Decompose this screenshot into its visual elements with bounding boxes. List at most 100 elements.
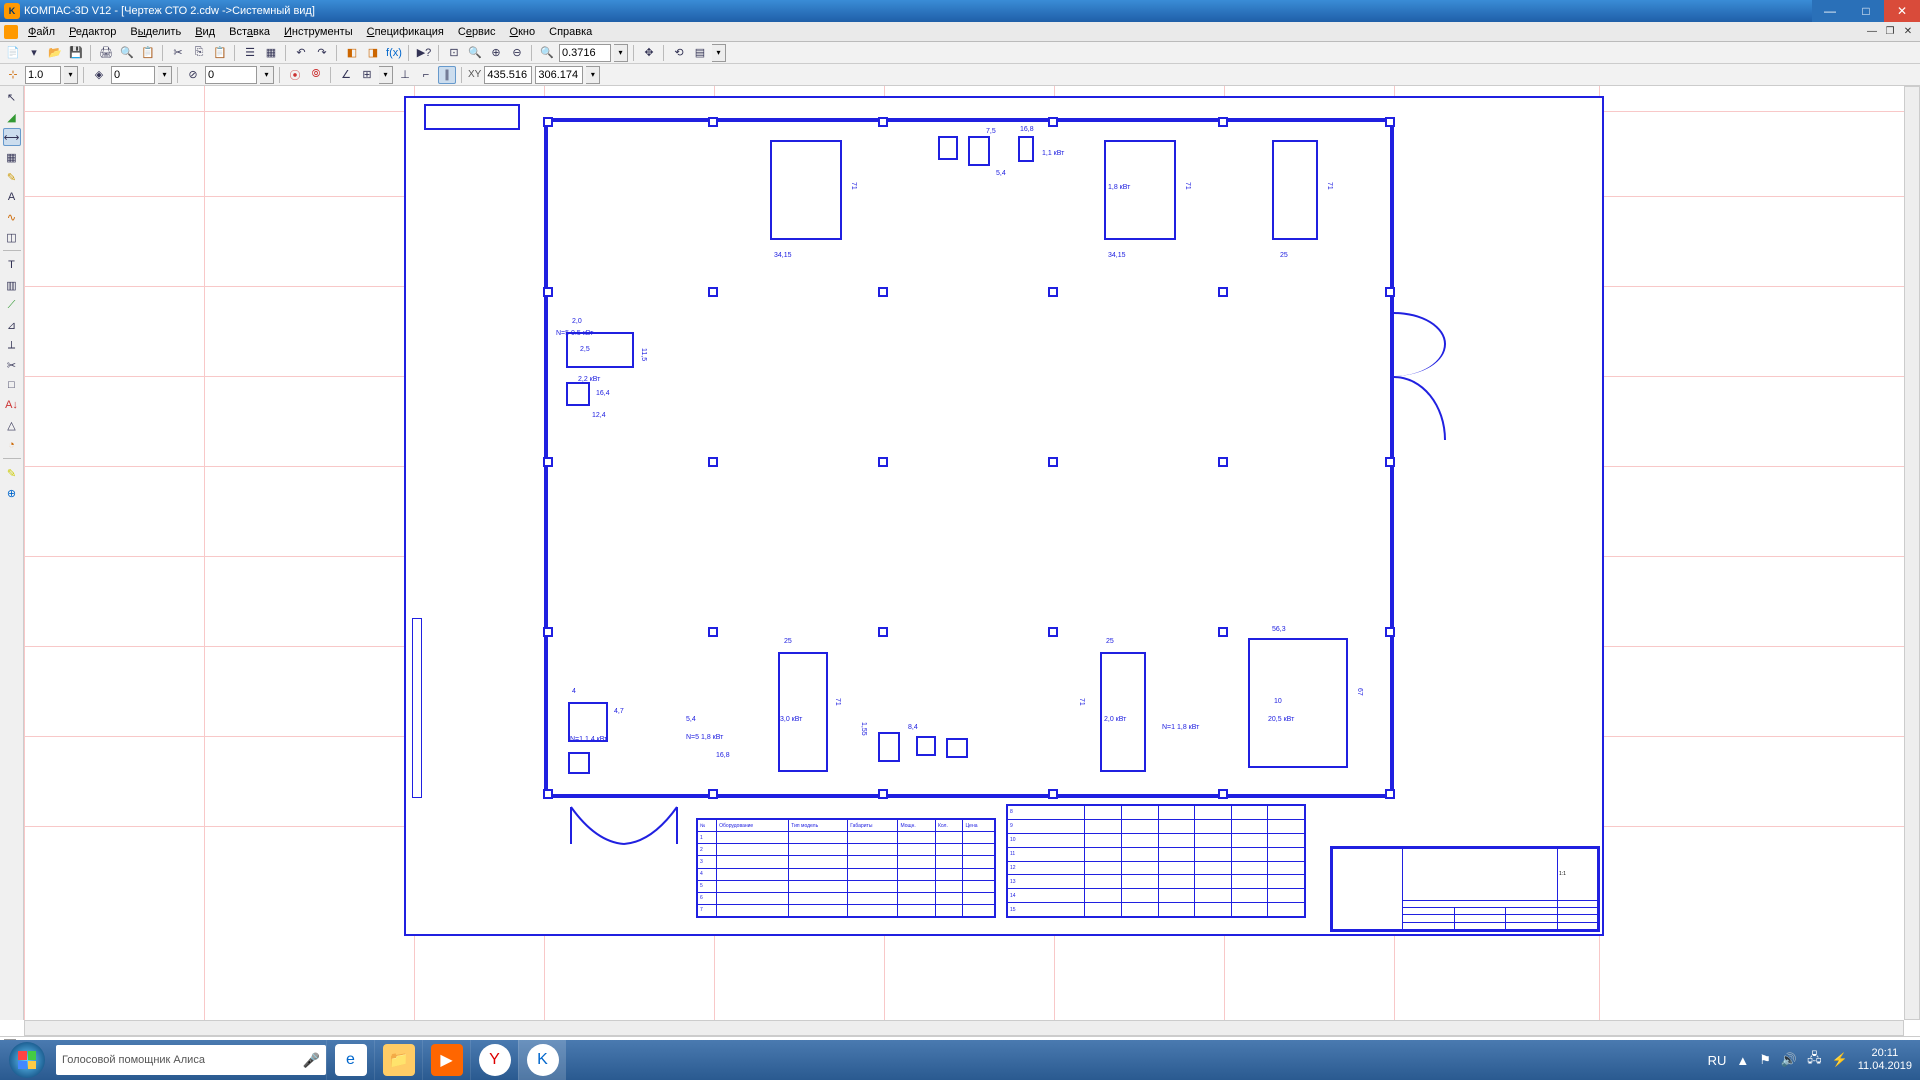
- menu-tools[interactable]: Инструменты: [278, 24, 359, 40]
- paste-button[interactable]: 📋: [211, 44, 229, 62]
- pan-button[interactable]: ✥: [640, 44, 658, 62]
- scrollbar-horizontal[interactable]: [24, 1020, 1904, 1036]
- geometry-tool-icon[interactable]: ◢: [3, 108, 21, 126]
- menu-help[interactable]: Справка: [543, 24, 598, 40]
- mdi-minimize-button[interactable]: ―: [1864, 26, 1880, 37]
- t10-icon[interactable]: ◔: [3, 436, 21, 454]
- tray-clock[interactable]: 20:11 11.04.2019: [1858, 1047, 1912, 1073]
- lib1-button[interactable]: ◧: [343, 44, 361, 62]
- views-button[interactable]: ▤: [691, 44, 709, 62]
- redo-button[interactable]: ↷: [313, 44, 331, 62]
- start-button[interactable]: [0, 1040, 54, 1080]
- preview-button[interactable]: 🔍: [118, 44, 136, 62]
- ortho-button[interactable]: ∠: [337, 66, 355, 84]
- close-button[interactable]: ✕: [1884, 0, 1920, 22]
- scrollbar-vertical[interactable]: [1904, 86, 1920, 1020]
- grid2-button[interactable]: ⊞: [358, 66, 376, 84]
- menu-service[interactable]: Сервис: [452, 24, 502, 40]
- mdi-restore-button[interactable]: ❐: [1882, 26, 1898, 37]
- t8-icon[interactable]: A↓: [3, 396, 21, 414]
- new-dd-button[interactable]: ▾: [25, 44, 43, 62]
- tan-button[interactable]: ⌐: [417, 66, 435, 84]
- tray-lang[interactable]: RU: [1708, 1053, 1727, 1068]
- tray-network-icon[interactable]: 🖧: [1807, 1049, 1822, 1071]
- tray-flag-icon[interactable]: ⚑: [1759, 1052, 1771, 1068]
- menu-edit[interactable]: Редактор: [63, 24, 122, 40]
- views-dd[interactable]: ▾: [712, 44, 726, 62]
- task-kompas[interactable]: K: [518, 1040, 566, 1080]
- tray-up-icon[interactable]: ▲: [1736, 1053, 1749, 1068]
- task-yandex[interactable]: Y: [470, 1040, 518, 1080]
- t5-icon[interactable]: ⟂: [3, 336, 21, 354]
- redraw-button[interactable]: ⟲: [670, 44, 688, 62]
- menu-spec[interactable]: Спецификация: [361, 24, 450, 40]
- menu-window[interactable]: Окно: [504, 24, 542, 40]
- maximize-button[interactable]: □: [1848, 0, 1884, 22]
- menu-insert[interactable]: Вставка: [223, 24, 276, 40]
- perp-button[interactable]: ⊥: [396, 66, 414, 84]
- help-context-button[interactable]: ▶?: [415, 44, 433, 62]
- style-input[interactable]: [205, 66, 257, 84]
- hatch-tool-icon[interactable]: ◫: [3, 228, 21, 246]
- t12-icon[interactable]: ⊕: [3, 484, 21, 502]
- curve-tool-icon[interactable]: A: [3, 188, 21, 206]
- taskbar-search[interactable]: Голосовой помощник Алиса 🎤: [56, 1045, 326, 1075]
- drawing-sheet[interactable]: 34,15 71 7,5 16,8 5,4 1,1 кВт 34,15 71 1…: [404, 96, 1604, 936]
- properties-button[interactable]: ☰: [241, 44, 259, 62]
- zoom-realtime-button[interactable]: 🔍: [538, 44, 556, 62]
- canvas[interactable]: 34,15 71 7,5 16,8 5,4 1,1 кВт 34,15 71 1…: [24, 86, 1904, 1020]
- style-button[interactable]: ⊘: [184, 66, 202, 84]
- minimize-button[interactable]: ―: [1812, 0, 1848, 22]
- zoom-in-button[interactable]: ⊕: [487, 44, 505, 62]
- open-button[interactable]: 📂: [46, 44, 64, 62]
- doc-icon[interactable]: [4, 25, 18, 39]
- scale-dd[interactable]: ▾: [64, 66, 78, 84]
- coord-x-input[interactable]: [484, 66, 532, 84]
- t7-icon[interactable]: □: [3, 376, 21, 394]
- zoom-dropdown[interactable]: ▾: [614, 44, 628, 62]
- grid2-dd[interactable]: ▾: [379, 66, 393, 84]
- layer-input[interactable]: [111, 66, 155, 84]
- new-button[interactable]: 📄: [4, 44, 22, 62]
- save-button[interactable]: 💾: [67, 44, 85, 62]
- t6-icon[interactable]: ✂: [3, 356, 21, 374]
- layer-dd[interactable]: ▾: [158, 66, 172, 84]
- copy-button[interactable]: ⎘: [190, 44, 208, 62]
- menu-select[interactable]: Выделить: [124, 24, 187, 40]
- lib2-button[interactable]: ◨: [364, 44, 382, 62]
- label-tool-icon[interactable]: ∿: [3, 208, 21, 226]
- select-tool-icon[interactable]: ↖: [3, 88, 21, 106]
- t3-icon[interactable]: ⟋: [3, 296, 21, 314]
- mdi-close-button[interactable]: ✕: [1900, 26, 1916, 37]
- tray-speaker-icon[interactable]: 🔊: [1781, 1052, 1797, 1068]
- fx-button[interactable]: f(x): [385, 44, 403, 62]
- scale-input[interactable]: [25, 66, 61, 84]
- dim-tool-icon[interactable]: ⟷: [3, 128, 21, 146]
- snap-button[interactable]: ⊹: [4, 66, 22, 84]
- style-dd[interactable]: ▾: [260, 66, 274, 84]
- filter2-button[interactable]: ⦾: [307, 66, 325, 84]
- filter1-button[interactable]: ⦿: [286, 66, 304, 84]
- print-button[interactable]: 🖨: [97, 44, 115, 62]
- menu-file[interactable]: ФФайлайл: [22, 24, 61, 40]
- zoom-fit-button[interactable]: ⊡: [445, 44, 463, 62]
- layer-button[interactable]: ◈: [90, 66, 108, 84]
- t11-icon[interactable]: ✎: [3, 464, 21, 482]
- t1-icon[interactable]: T: [3, 256, 21, 274]
- t2-icon[interactable]: ▥: [3, 276, 21, 294]
- page-button[interactable]: 📋: [139, 44, 157, 62]
- mic-icon[interactable]: 🎤: [303, 1052, 320, 1069]
- zoom-out-button[interactable]: ⊖: [508, 44, 526, 62]
- undo-button[interactable]: ↶: [292, 44, 310, 62]
- grid-button[interactable]: ▦: [262, 44, 280, 62]
- task-explorer[interactable]: 📁: [374, 1040, 422, 1080]
- t9-icon[interactable]: △: [3, 416, 21, 434]
- text-tool-icon[interactable]: ▦: [3, 148, 21, 166]
- zoom-input[interactable]: [559, 44, 611, 62]
- coord-y-input[interactable]: [535, 66, 583, 84]
- zoom-window-button[interactable]: 🔍: [466, 44, 484, 62]
- cut-button[interactable]: ✂: [169, 44, 187, 62]
- t4-icon[interactable]: ⊿: [3, 316, 21, 334]
- menu-view[interactable]: Вид: [189, 24, 221, 40]
- edit-tool-icon[interactable]: ✎: [3, 168, 21, 186]
